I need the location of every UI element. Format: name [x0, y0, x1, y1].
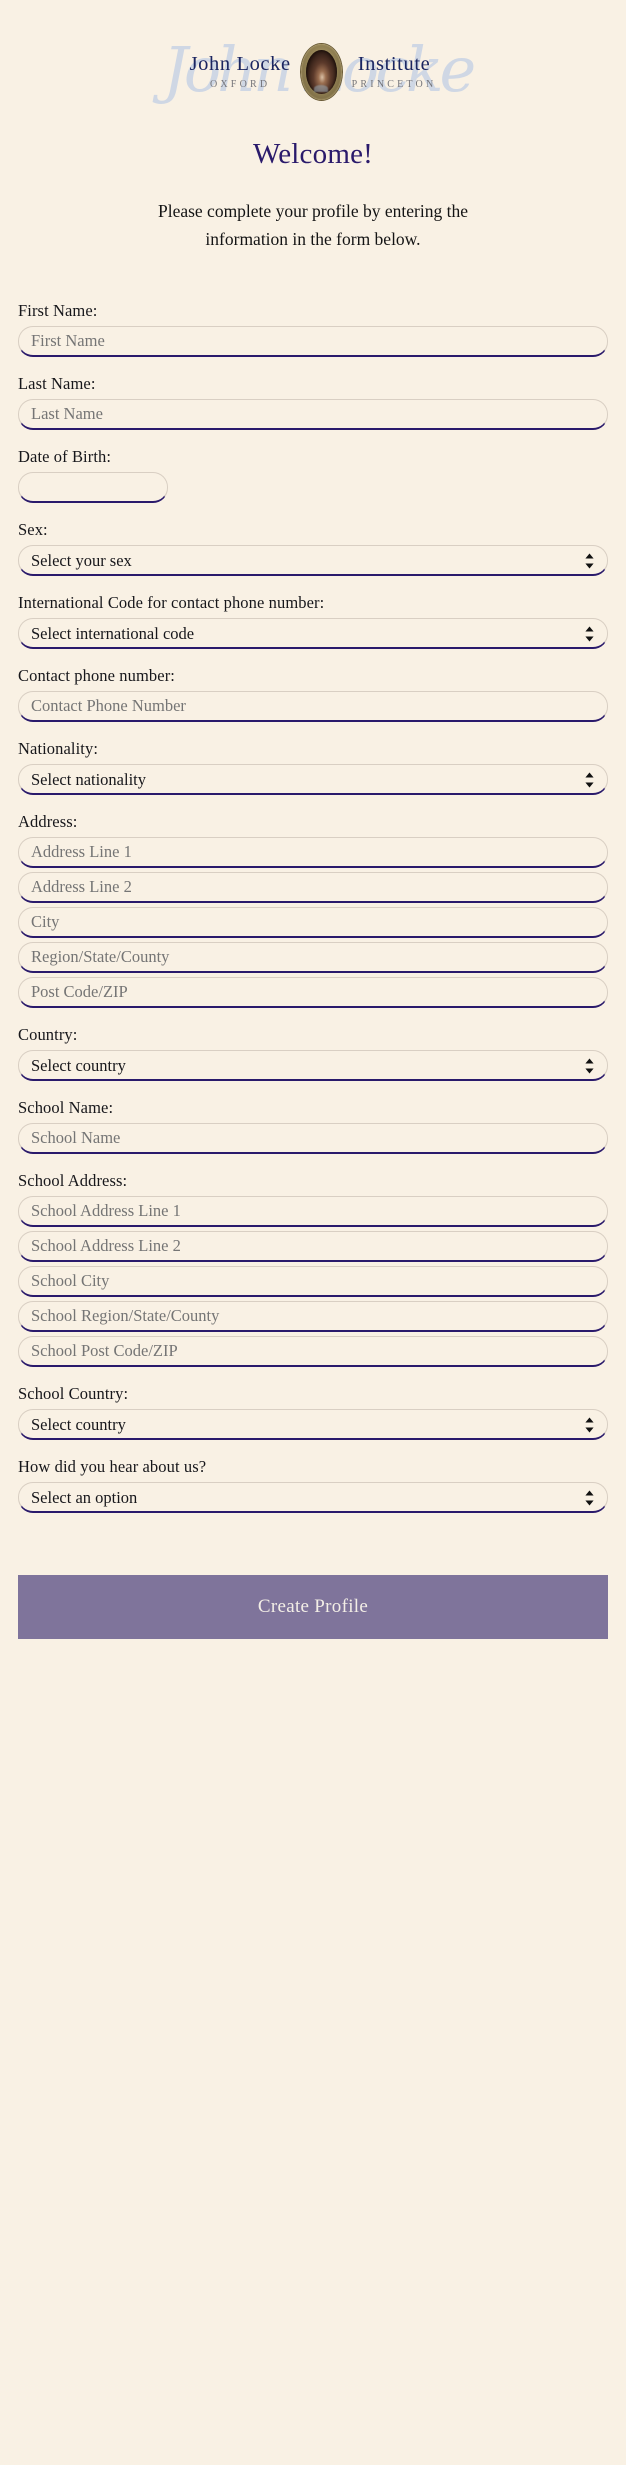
sex-select-wrap[interactable]: Select your sex — [18, 545, 608, 576]
field-referral: How did you hear about us? Select an opt… — [18, 1457, 608, 1513]
submit-area: Create Profile — [18, 1575, 608, 1685]
address-region-input[interactable] — [18, 942, 608, 973]
date-of-birth-input[interactable] — [18, 472, 168, 503]
international-code-select-wrap[interactable]: Select international code — [18, 618, 608, 649]
field-first-name: First Name: — [18, 301, 608, 357]
field-address: Address: — [18, 812, 608, 1008]
field-country: Country: Select country — [18, 1025, 608, 1081]
school-country-select[interactable]: Select country — [18, 1409, 608, 1440]
address-line-2-input[interactable] — [18, 872, 608, 903]
label-sex: Sex: — [18, 520, 48, 539]
field-last-name: Last Name: — [18, 374, 608, 430]
logo-name-right: Institute — [357, 52, 431, 75]
create-profile-button[interactable]: Create Profile — [18, 1575, 608, 1639]
label-school-country: School Country: — [18, 1384, 129, 1403]
logo-left-campus: John Locke OXFORD — [190, 54, 301, 91]
referral-select[interactable]: Select an option — [18, 1482, 608, 1513]
field-sex: Sex: Select your sex — [18, 520, 608, 576]
field-school-country: School Country: Select country — [18, 1384, 608, 1440]
nationality-select[interactable]: Select nationality — [18, 764, 608, 795]
profile-form: First Name: Last Name: Date of Birth: Se… — [18, 301, 608, 1685]
label-school-address: School Address: — [18, 1171, 128, 1190]
contact-phone-input[interactable] — [18, 691, 608, 722]
referral-select-wrap[interactable]: Select an option — [18, 1482, 608, 1513]
label-contact-phone: Contact phone number: — [18, 666, 175, 685]
sex-select[interactable]: Select your sex — [18, 545, 608, 576]
john-locke-institute-logo: John Locke John Locke OXFORD Institute P… — [163, 32, 476, 112]
label-international-code: International Code for contact phone num… — [18, 593, 325, 612]
label-school-name: School Name: — [18, 1098, 114, 1117]
school-postcode-input[interactable] — [18, 1336, 608, 1367]
field-nationality: Nationality: Select nationality — [18, 739, 608, 795]
page-intro-text: Please complete your profile by entering… — [157, 201, 469, 249]
school-address-line-2-input[interactable] — [18, 1231, 608, 1262]
field-school-name: School Name: — [18, 1098, 608, 1154]
label-date-of-birth: Date of Birth: — [18, 447, 112, 466]
brand-header: John Locke John Locke OXFORD Institute P… — [18, 0, 608, 118]
address-line-1-input[interactable] — [18, 837, 608, 868]
school-address-lines — [18, 1196, 608, 1367]
label-first-name: First Name: — [18, 301, 98, 320]
logo-name-left: John Locke — [189, 52, 291, 75]
international-code-select[interactable]: Select international code — [18, 618, 608, 649]
label-nationality: Nationality: — [18, 739, 99, 758]
school-region-input[interactable] — [18, 1301, 608, 1332]
last-name-input[interactable] — [18, 399, 608, 430]
logo-campus-princeton: PRINCETON — [351, 79, 437, 91]
address-lines — [18, 837, 608, 1008]
portrait-medallion-icon — [300, 44, 342, 100]
address-postcode-input[interactable] — [18, 977, 608, 1008]
first-name-input[interactable] — [18, 326, 608, 357]
field-international-code: International Code for contact phone num… — [18, 593, 608, 649]
school-name-input[interactable] — [18, 1123, 608, 1154]
country-select[interactable]: Select country — [18, 1050, 608, 1081]
school-country-select-wrap[interactable]: Select country — [18, 1409, 608, 1440]
profile-page: John Locke John Locke OXFORD Institute P… — [0, 0, 626, 2465]
logo-right-campus: Institute PRINCETON — [342, 54, 437, 91]
address-city-input[interactable] — [18, 907, 608, 938]
label-last-name: Last Name: — [18, 374, 96, 393]
field-contact-phone: Contact phone number: — [18, 666, 608, 722]
nationality-select-wrap[interactable]: Select nationality — [18, 764, 608, 795]
field-school-address: School Address: — [18, 1171, 608, 1367]
school-city-input[interactable] — [18, 1266, 608, 1297]
country-select-wrap[interactable]: Select country — [18, 1050, 608, 1081]
logo-campus-oxford: OXFORD — [209, 79, 271, 91]
label-referral: How did you hear about us? — [18, 1457, 207, 1476]
label-address: Address: — [18, 812, 78, 831]
page-title: Welcome! — [252, 138, 374, 170]
school-address-line-1-input[interactable] — [18, 1196, 608, 1227]
field-date-of-birth: Date of Birth: — [18, 447, 608, 503]
label-country: Country: — [18, 1025, 78, 1044]
